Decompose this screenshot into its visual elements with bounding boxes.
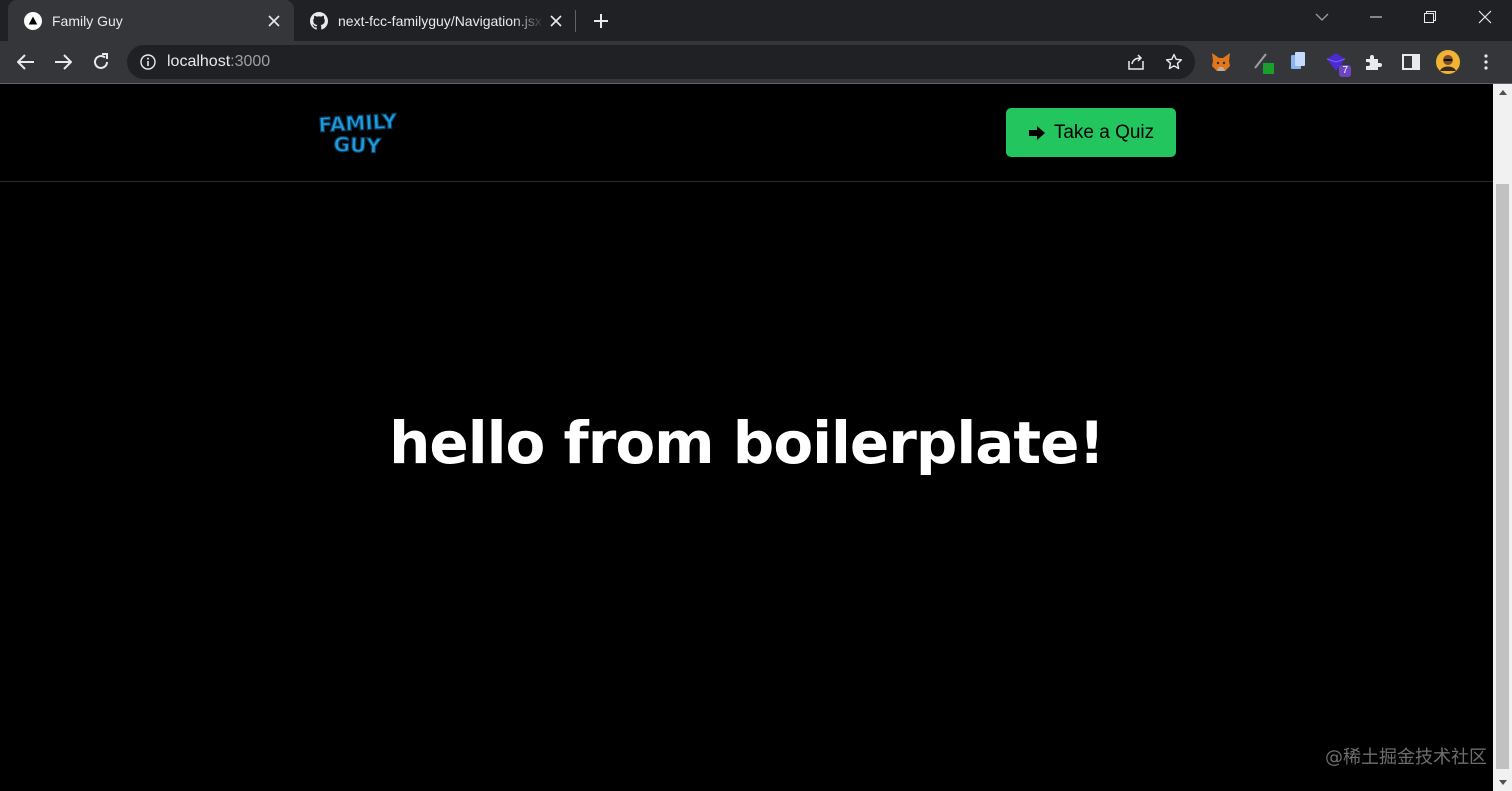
- color-picker-extension-icon[interactable]: [1251, 50, 1275, 74]
- reload-icon[interactable]: [87, 48, 115, 76]
- tab-strip: Family Guy next-fcc-familyguy/Navigation…: [0, 0, 1512, 41]
- page-viewport: FAMILY GUY Take a Quiz hello from boiler…: [0, 84, 1493, 791]
- browser-window: Family Guy next-fcc-familyguy/Navigation…: [0, 0, 1512, 791]
- copy-extension-icon[interactable]: [1286, 50, 1310, 74]
- tab-title: next-fcc-familyguy/Navigation.jsx: [338, 12, 542, 29]
- github-icon: [310, 11, 328, 30]
- tab-separator: [575, 10, 576, 32]
- back-arrow-icon[interactable]: [12, 48, 40, 76]
- tab-github-navigation[interactable]: next-fcc-familyguy/Navigation.jsx: [294, 0, 576, 41]
- scroll-up-arrow-icon[interactable]: [1493, 84, 1512, 101]
- browser-menu-icon[interactable]: [1474, 50, 1498, 74]
- gem-extension-icon[interactable]: 7: [1324, 50, 1351, 77]
- share-icon[interactable]: [1126, 52, 1146, 72]
- watermark: @稀土掘金技术社区: [1325, 747, 1487, 768]
- hero-heading: hello from boilerplate!: [389, 409, 1105, 477]
- profile-avatar[interactable]: [1436, 50, 1460, 74]
- tab-title: Family Guy: [52, 12, 123, 29]
- close-tab-icon[interactable]: [262, 9, 286, 33]
- metamask-fox-icon[interactable]: [1209, 50, 1233, 74]
- arrow-right-icon: [1028, 125, 1046, 141]
- url-port: :3000: [230, 53, 271, 70]
- bookmark-star-icon[interactable]: [1164, 52, 1184, 72]
- scrollbar-thumb[interactable]: [1496, 184, 1509, 769]
- tab-family-guy[interactable]: Family Guy: [8, 0, 294, 41]
- side-panel-icon[interactable]: [1399, 50, 1423, 74]
- family-guy-logo[interactable]: FAMILY GUY: [317, 108, 399, 158]
- site-info-icon[interactable]: [139, 53, 157, 71]
- take-a-quiz-label: Take a Quiz: [1053, 121, 1155, 143]
- browser-toolbar: localhost:3000 7: [0, 41, 1512, 83]
- address-bar[interactable]: localhost:3000: [127, 45, 1195, 79]
- vertical-scrollbar[interactable]: [1493, 84, 1512, 791]
- extension-badge: 7: [1339, 65, 1351, 77]
- take-a-quiz-button[interactable]: Take a Quiz: [1006, 108, 1176, 157]
- tab-search-chevron-icon[interactable]: [1303, 0, 1341, 34]
- close-window-icon[interactable]: [1466, 0, 1504, 34]
- new-tab-plus-icon[interactable]: [588, 8, 614, 34]
- close-tab-icon[interactable]: [544, 9, 568, 33]
- restore-window-icon[interactable]: [1411, 0, 1449, 34]
- site-header: FAMILY GUY Take a Quiz: [0, 84, 1493, 182]
- extensions-puzzle-icon[interactable]: [1361, 50, 1385, 74]
- scroll-down-arrow-icon[interactable]: [1493, 774, 1512, 791]
- logo-line-guy: GUY: [333, 132, 381, 156]
- vercel-triangle-icon: [24, 11, 42, 30]
- address-url: localhost:3000: [167, 53, 270, 71]
- family-guy-logo-image: FAMILY GUY: [317, 108, 398, 158]
- forward-arrow-icon[interactable]: [49, 48, 77, 76]
- url-host: localhost: [167, 53, 231, 70]
- minimize-icon[interactable]: [1357, 0, 1395, 34]
